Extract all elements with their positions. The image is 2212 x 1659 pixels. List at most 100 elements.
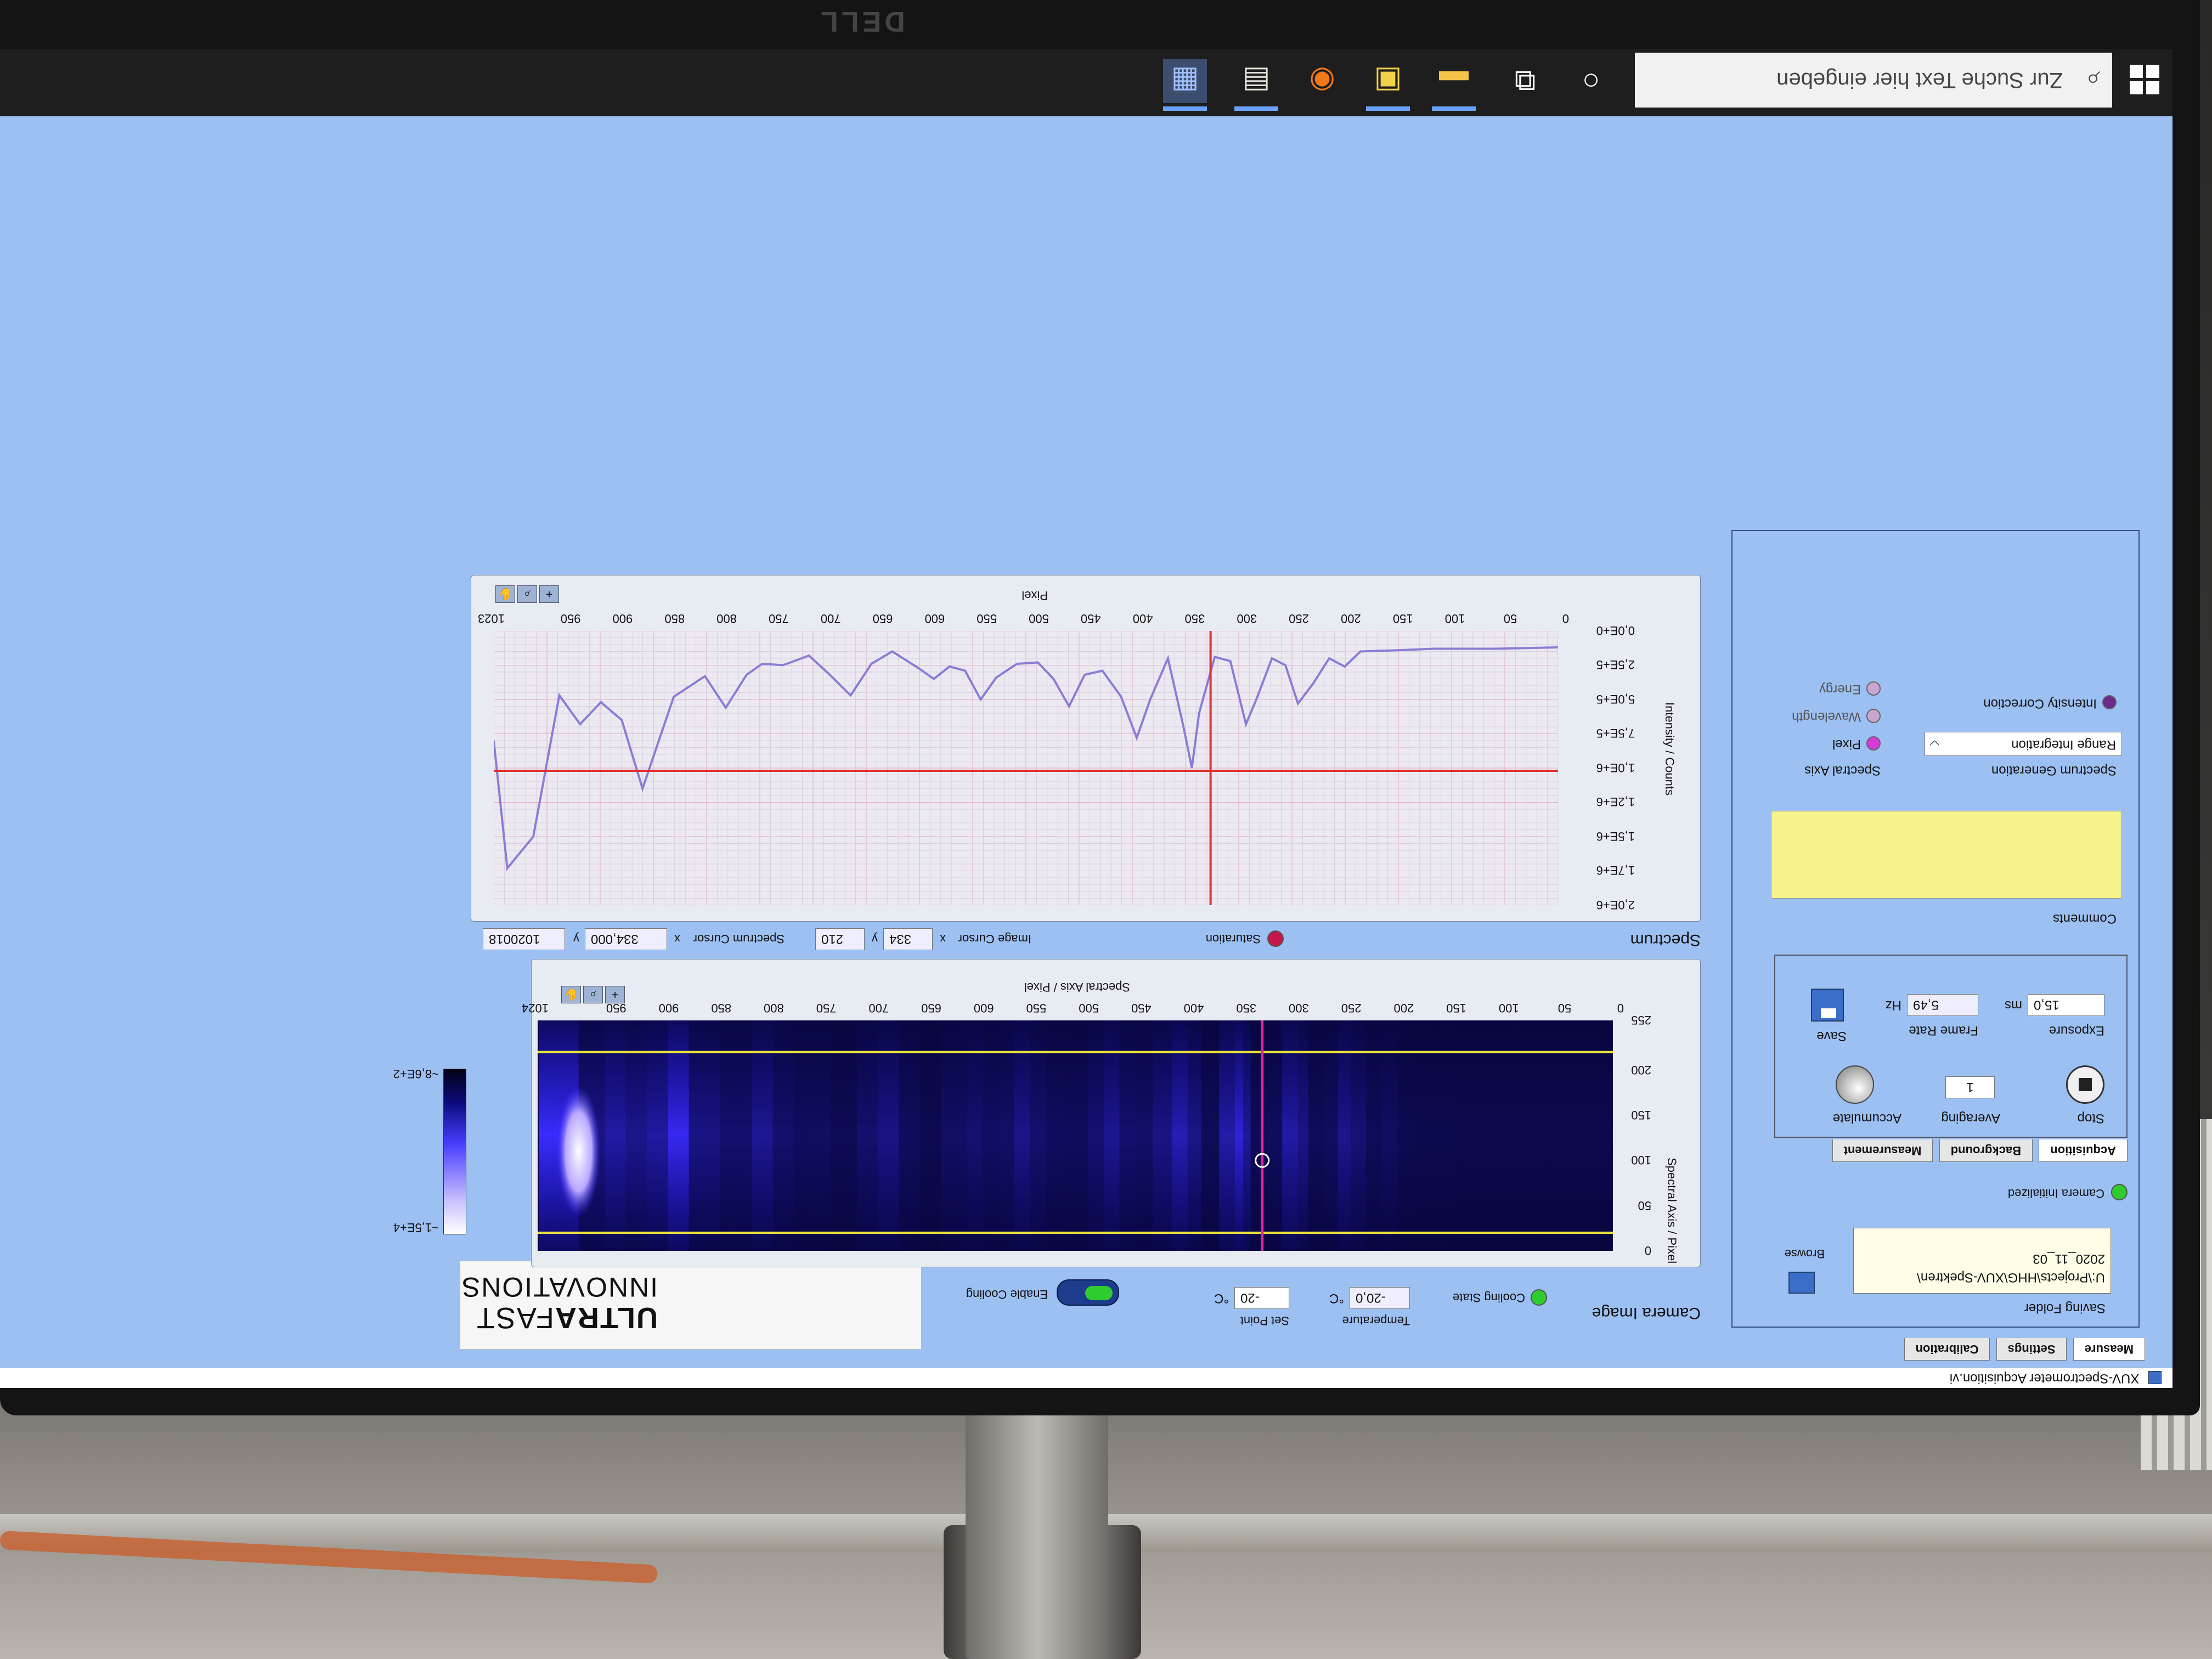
camera-band xyxy=(625,1020,647,1251)
search-icon: ⌕ xyxy=(2086,66,2100,94)
camera-band xyxy=(1014,1020,1030,1251)
spectrum-x-tick: 300 xyxy=(1237,612,1257,625)
tab-measure[interactable]: Measure xyxy=(2073,1338,2145,1361)
camera-hotspot xyxy=(556,1085,601,1217)
set-point-unit: °C xyxy=(1214,1291,1229,1306)
camera-band xyxy=(809,1020,831,1251)
camera-x-tick: 350 xyxy=(1236,1001,1257,1015)
frame-rate-unit: Hz xyxy=(1885,998,1901,1013)
camera-band xyxy=(967,1020,983,1251)
camera-band xyxy=(1324,1020,1338,1251)
radio-energy-label: Energy xyxy=(1819,682,1861,697)
cortana-icon[interactable]: ○ xyxy=(1569,59,1613,103)
spectrum-x-tick: 750 xyxy=(769,612,789,625)
logo-line2: INNOVATIONS xyxy=(460,1272,658,1302)
browse-button[interactable]: Browse xyxy=(1771,1233,1831,1299)
comments-input[interactable] xyxy=(1771,811,2122,899)
temperature-value: -20,0 xyxy=(1350,1287,1410,1309)
frame-rate-value: 5,49 xyxy=(1907,994,1978,1016)
radio-energy[interactable] xyxy=(1866,681,1881,696)
spectrum-tool-cursor[interactable]: + xyxy=(539,585,559,603)
monitor-stand xyxy=(966,1404,1108,1659)
camera-band xyxy=(1243,1020,1251,1251)
taskbar-search-placeholder: Zur Suche Text hier eingeben xyxy=(1776,68,2063,92)
set-point-input[interactable]: -20 xyxy=(1234,1287,1289,1309)
camera-band xyxy=(1297,1020,1308,1251)
saving-folder-path[interactable]: U:\Projects\HHG\XUV-Spektren\ 2020_11_03 xyxy=(1853,1228,2111,1294)
tab-background[interactable]: Background xyxy=(1939,1139,2033,1162)
spectrum-x-tick: 450 xyxy=(1080,612,1101,625)
spectrum-y-tick: 7,5E+5 xyxy=(1596,726,1635,741)
saving-folder-label: Saving Folder xyxy=(2024,1301,2106,1316)
tab-calibration[interactable]: Calibration xyxy=(1904,1338,1990,1361)
camera-initialized-led xyxy=(2111,1184,2128,1200)
graph-tool-zoom[interactable]: ⌕ xyxy=(583,986,603,1003)
radio-wavelength-label: Wavelength xyxy=(1792,709,1861,724)
graph-tool-pan[interactable]: ✋ xyxy=(561,986,581,1003)
enable-cooling-toggle[interactable] xyxy=(1057,1279,1119,1306)
image-viewer-icon[interactable]: ▤ xyxy=(1234,59,1278,103)
image-cursor-y: 210 xyxy=(815,928,865,950)
spectrum-x-tick: 950 xyxy=(560,612,581,625)
camera-x-tick: 800 xyxy=(764,1001,784,1015)
camera-band xyxy=(720,1020,752,1251)
taskbar-search-box[interactable]: ⌕ Zur Suche Text hier eingeben xyxy=(1635,53,2112,108)
camera-band xyxy=(1338,1020,1351,1251)
task-view-icon[interactable]: ⧉ xyxy=(1503,59,1547,103)
camera-band xyxy=(1087,1020,1104,1251)
chrome-icon[interactable]: ◉ xyxy=(1300,59,1344,103)
spectrum-tool-pan[interactable]: ✋ xyxy=(495,585,515,603)
radio-pixel[interactable] xyxy=(1866,736,1881,751)
camera-band xyxy=(1219,1020,1235,1251)
camera-x-axis-label: Spectral Axis / Pixel xyxy=(1024,980,1130,994)
camera-band xyxy=(831,1020,857,1251)
stop-button[interactable] xyxy=(2066,1065,2104,1104)
spectrum-generation-select[interactable]: Range Integration ⌵ xyxy=(1925,732,2122,756)
camera-band xyxy=(856,1020,878,1251)
spectrum-x-tick: 550 xyxy=(977,612,997,625)
camera-x-tick: 950 xyxy=(606,1001,627,1015)
camera-band xyxy=(899,1020,920,1251)
camera-band xyxy=(1350,1020,1367,1251)
comments-label: Comments xyxy=(2052,911,2117,926)
tab-settings[interactable]: Settings xyxy=(1996,1338,2067,1361)
tab-acquisition[interactable]: Acquisition xyxy=(2039,1139,2128,1162)
camera-band xyxy=(1397,1020,1414,1251)
tab-measurement[interactable]: Measurement xyxy=(1832,1139,1933,1162)
intensity-correction-toggle[interactable] xyxy=(2102,695,2117,709)
camera-x-tick: 600 xyxy=(973,1001,994,1015)
spectrum-y-tick: 5,0E+5 xyxy=(1596,692,1635,706)
windows-start-icon[interactable] xyxy=(2129,64,2159,94)
camera-band xyxy=(752,1020,773,1251)
camera-x-tick: 300 xyxy=(1289,1001,1309,1015)
radio-pixel-label: Pixel xyxy=(1832,737,1861,752)
save-button[interactable] xyxy=(1811,989,1844,1022)
spectrum-x-tick: 0 xyxy=(1562,612,1569,625)
spectrum-x-tick: 250 xyxy=(1289,612,1309,625)
camera-image[interactable] xyxy=(538,1020,1613,1251)
spectral-axis-label: Spectral Axis xyxy=(1804,763,1881,778)
camera-y-tick: 200 xyxy=(1631,1063,1651,1077)
radio-wavelength[interactable] xyxy=(1866,709,1881,723)
averaging-input[interactable]: 1 xyxy=(1945,1076,1995,1098)
camera-y-tick: 0 xyxy=(1644,1244,1651,1257)
camera-band xyxy=(1487,1020,1550,1251)
camera-band xyxy=(1308,1020,1324,1251)
spectrum-tool-zoom[interactable]: ⌕ xyxy=(517,585,537,603)
accumulate-toggle[interactable] xyxy=(1836,1065,1874,1104)
labview-icon[interactable]: ▣ xyxy=(1366,59,1410,103)
window-title: XUV-Spectrometer Acquisition.vi xyxy=(1949,1371,2140,1386)
spectrum-x-tick: 700 xyxy=(820,612,841,625)
file-explorer-icon[interactable]: ▬ xyxy=(1432,59,1476,103)
colorbar xyxy=(443,1069,466,1234)
acquisition-panel: Stop Averaging 1 Accumulate Exposure 15,… xyxy=(1774,955,2128,1138)
xuv-app-icon[interactable]: ▦ xyxy=(1163,59,1207,103)
logo-line1: ULTRAFAST xyxy=(476,1301,658,1334)
exposure-input[interactable]: 15,0 xyxy=(2028,994,2104,1016)
accumulate-label: Accumulate xyxy=(1832,1111,1901,1126)
chevron-down-icon: ⌵ xyxy=(1929,737,1940,752)
set-point-label: Set Point xyxy=(1240,1314,1289,1328)
spectrum-plot[interactable] xyxy=(494,631,1558,905)
spectrum-y-tick: 1,0E+6 xyxy=(1596,761,1635,775)
saturation-label: Saturation xyxy=(1205,932,1261,946)
